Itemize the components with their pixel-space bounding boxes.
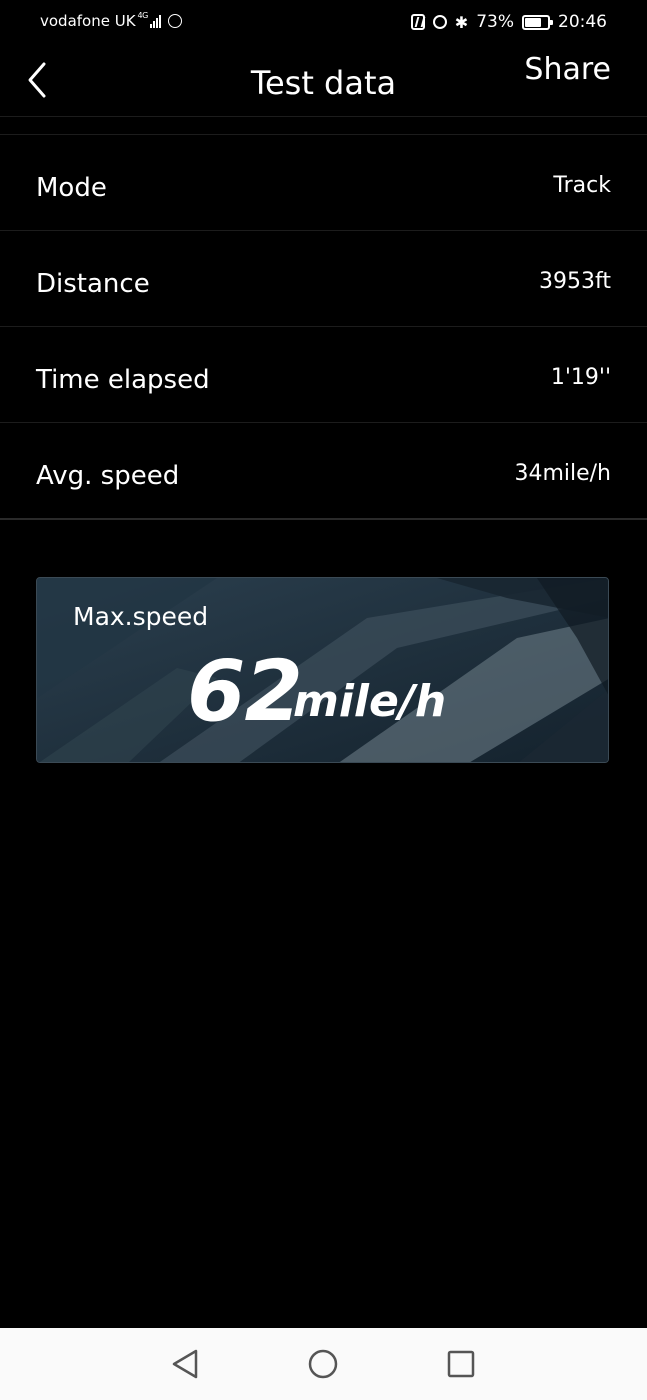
nav-back-button[interactable] [170,1348,200,1384]
battery-percent: 73% [476,12,514,32]
row-value: Track [553,173,611,198]
max-speed-card: Max.speed 62 mile/h [36,577,609,763]
nav-home-button[interactable] [307,1348,339,1384]
status-left: vodafone UK 4G [40,10,182,30]
row-value: 3953ft [539,269,611,294]
row-label: Time elapsed [36,365,210,395]
row-distance: Distance 3953ft [0,231,647,327]
row-label: Distance [36,269,150,299]
hotspot-icon [167,14,182,28]
signal-icon [149,14,161,28]
row-label: Avg. speed [36,461,180,491]
row-avg-speed: Avg. speed 34mile/h [0,423,647,520]
test-data-list: Mode Track Distance 3953ft Time elapsed … [0,134,647,520]
alarm-icon [432,15,447,29]
nav-recents-button[interactable] [446,1348,476,1384]
row-value: 1'19'' [550,365,611,390]
back-triangle-icon [172,1349,198,1379]
carrier-name: vodafone UK [40,12,136,30]
row-label: Mode [36,173,107,203]
row-value: 34mile/h [514,461,611,486]
status-bar: vodafone UK 4G ✱ 73% 20:46 [0,0,647,46]
max-speed-unit: mile/h [293,676,447,727]
recents-square-icon [447,1350,475,1378]
bluetooth-icon: ✱ [454,12,469,32]
clock: 20:46 [558,12,607,32]
row-time-elapsed: Time elapsed 1'19'' [0,327,647,423]
share-button[interactable]: Share [524,52,611,87]
row-mode: Mode Track [0,135,647,231]
nfc-icon [410,14,425,30]
network-type: 4G [137,10,149,20]
battery-fill [525,17,542,27]
battery-icon [522,14,553,30]
status-right: ✱ 73% 20:46 [410,12,607,32]
app-header: Test data Share [0,46,647,117]
system-nav-bar [0,1328,647,1400]
max-speed-label: Max.speed [73,602,209,631]
home-circle-icon [308,1349,338,1379]
max-speed-value: 62 [187,642,303,740]
